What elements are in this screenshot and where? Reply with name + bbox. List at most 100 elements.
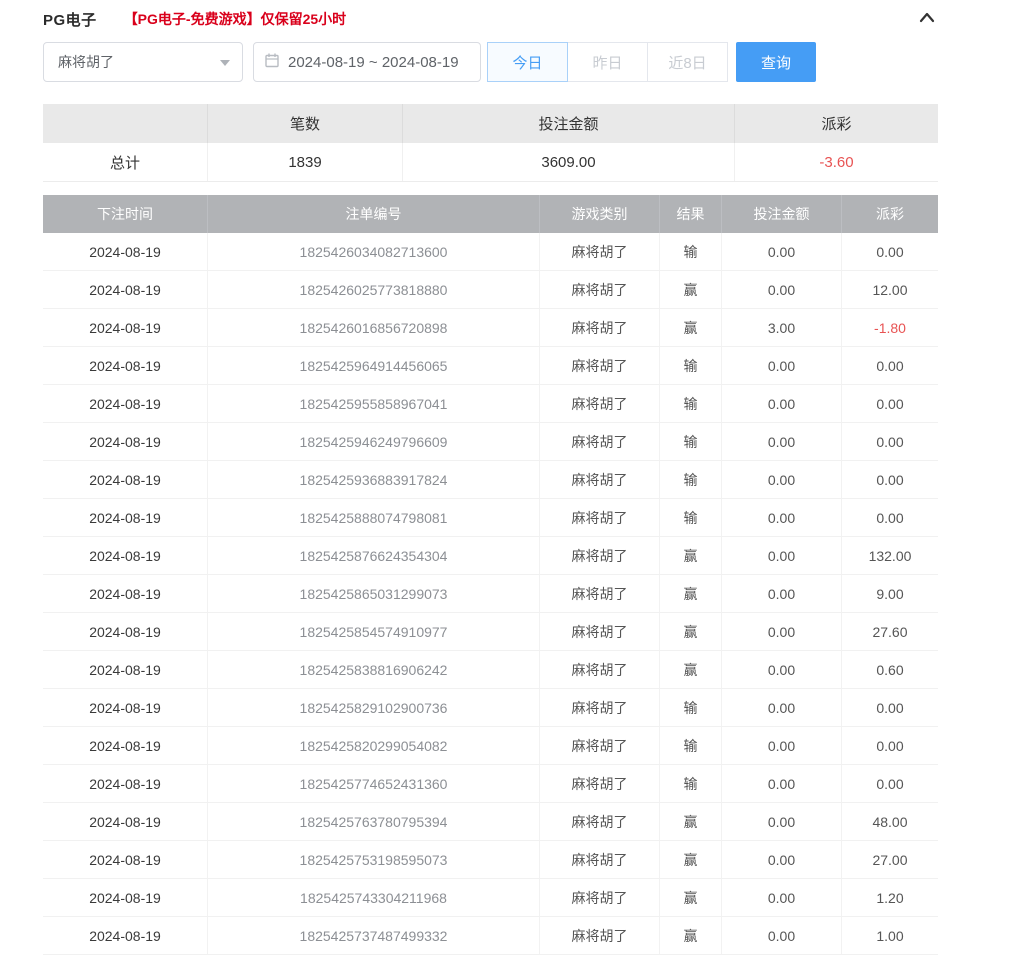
chevron-up-icon <box>916 8 938 31</box>
col-header-order-id: 注单编号 <box>208 195 540 233</box>
cell-order-id: 1825425876624354304 <box>208 537 540 574</box>
table-row: 2024-08-19 1825425888074798081 麻将胡了 输 0.… <box>43 499 938 537</box>
cell-order-id: 1825425955858967041 <box>208 385 540 422</box>
cell-payout: 0.00 <box>842 689 938 726</box>
table-row: 2024-08-19 1825426016856720898 麻将胡了 赢 3.… <box>43 309 938 347</box>
table-row: 2024-08-19 1825425964914456065 麻将胡了 输 0.… <box>43 347 938 385</box>
cell-order-id: 1825425964914456065 <box>208 347 540 384</box>
cell-result: 赢 <box>660 613 722 650</box>
filter-bar: 麻将胡了 2024-08-19 ~ 2024-08-19 今日 昨日 近8日 查… <box>43 42 938 82</box>
cell-order-id: 1825425753198595073 <box>208 841 540 878</box>
cell-order-id: 1825426034082713600 <box>208 233 540 270</box>
table-row: 2024-08-19 1825425763780795394 麻将胡了 赢 0.… <box>43 803 938 841</box>
page: PG电子 【PG电子-免费游戏】仅保留25小时 麻将胡了 2024-08-19 … <box>0 6 1019 955</box>
cell-game-type: 麻将胡了 <box>540 233 660 270</box>
cell-payout: 1.20 <box>842 879 938 916</box>
cell-game-type: 麻将胡了 <box>540 309 660 346</box>
quick-button-yesterday[interactable]: 昨日 <box>567 42 648 82</box>
cell-payout: 1.00 <box>842 917 938 954</box>
cell-bet-time: 2024-08-19 <box>43 309 208 346</box>
quick-button-last8days[interactable]: 近8日 <box>647 42 728 82</box>
cell-payout: 0.00 <box>842 233 938 270</box>
table-row: 2024-08-19 1825425876624354304 麻将胡了 赢 0.… <box>43 537 938 575</box>
table-row: 2024-08-19 1825425838816906242 麻将胡了 赢 0.… <box>43 651 938 689</box>
cell-result: 赢 <box>660 917 722 954</box>
quick-button-today[interactable]: 今日 <box>487 42 568 82</box>
summary-header-count: 笔数 <box>208 104 403 143</box>
cell-order-id: 1825425888074798081 <box>208 499 540 536</box>
cell-order-id: 1825425737487499332 <box>208 917 540 954</box>
cell-bet-time: 2024-08-19 <box>43 347 208 384</box>
cell-game-type: 麻将胡了 <box>540 385 660 422</box>
cell-order-id: 1825425763780795394 <box>208 803 540 840</box>
summary-payout-value: -3.60 <box>735 143 938 181</box>
table-row: 2024-08-19 1825425743304211968 麻将胡了 赢 0.… <box>43 879 938 917</box>
notice-text: 【PG电子-免费游戏】仅保留25小时 <box>124 9 346 29</box>
bet-table-header: 下注时间 注单编号 游戏类别 结果 投注金额 派彩 <box>43 195 938 233</box>
cell-result: 赢 <box>660 537 722 574</box>
table-row: 2024-08-19 1825425737487499332 麻将胡了 赢 0.… <box>43 917 938 955</box>
date-range-value: 2024-08-19 ~ 2024-08-19 <box>288 54 459 71</box>
col-header-bet-amount: 投注金额 <box>722 195 842 233</box>
cell-game-type: 麻将胡了 <box>540 499 660 536</box>
cell-payout: 9.00 <box>842 575 938 612</box>
cell-bet-amount: 0.00 <box>722 271 842 308</box>
cell-order-id: 1825426016856720898 <box>208 309 540 346</box>
cell-game-type: 麻将胡了 <box>540 461 660 498</box>
cell-result: 赢 <box>660 271 722 308</box>
search-button[interactable]: 查询 <box>736 42 816 82</box>
cell-order-id: 1825425854574910977 <box>208 613 540 650</box>
cell-payout: 0.60 <box>842 651 938 688</box>
cell-game-type: 麻将胡了 <box>540 347 660 384</box>
quick-date-buttons: 今日 昨日 近8日 <box>487 42 728 82</box>
cell-bet-amount: 0.00 <box>722 347 842 384</box>
cell-payout: 27.60 <box>842 613 938 650</box>
cell-order-id: 1825425743304211968 <box>208 879 540 916</box>
cell-game-type: 麻将胡了 <box>540 651 660 688</box>
cell-result: 输 <box>660 461 722 498</box>
cell-bet-time: 2024-08-19 <box>43 461 208 498</box>
cell-result: 赢 <box>660 879 722 916</box>
cell-payout: 0.00 <box>842 727 938 764</box>
cell-bet-time: 2024-08-19 <box>43 271 208 308</box>
cell-bet-time: 2024-08-19 <box>43 841 208 878</box>
collapse-button[interactable] <box>916 8 938 31</box>
cell-order-id: 1825425774652431360 <box>208 765 540 802</box>
table-row: 2024-08-19 1825426034082713600 麻将胡了 输 0.… <box>43 233 938 271</box>
cell-bet-time: 2024-08-19 <box>43 727 208 764</box>
cell-bet-amount: 0.00 <box>722 917 842 954</box>
game-select[interactable]: 麻将胡了 <box>43 42 243 82</box>
cell-order-id: 1825425936883917824 <box>208 461 540 498</box>
table-row: 2024-08-19 1825425829102900736 麻将胡了 输 0.… <box>43 689 938 727</box>
cell-bet-amount: 0.00 <box>722 385 842 422</box>
cell-bet-time: 2024-08-19 <box>43 499 208 536</box>
cell-result: 赢 <box>660 309 722 346</box>
cell-bet-amount: 3.00 <box>722 309 842 346</box>
cell-game-type: 麻将胡了 <box>540 689 660 726</box>
date-range-input[interactable]: 2024-08-19 ~ 2024-08-19 <box>253 42 481 82</box>
summary-header-payout: 派彩 <box>735 104 938 143</box>
cell-bet-time: 2024-08-19 <box>43 689 208 726</box>
cell-result: 输 <box>660 423 722 460</box>
cell-bet-amount: 0.00 <box>722 499 842 536</box>
cell-payout: 0.00 <box>842 765 938 802</box>
bet-table-body: 2024-08-19 1825426034082713600 麻将胡了 输 0.… <box>43 233 938 955</box>
cell-bet-time: 2024-08-19 <box>43 917 208 954</box>
cell-game-type: 麻将胡了 <box>540 803 660 840</box>
cell-order-id: 1825425865031299073 <box>208 575 540 612</box>
cell-payout: -1.80 <box>842 309 938 346</box>
cell-bet-amount: 0.00 <box>722 841 842 878</box>
cell-payout: 12.00 <box>842 271 938 308</box>
col-header-result: 结果 <box>660 195 722 233</box>
cell-order-id: 1825426025773818880 <box>208 271 540 308</box>
cell-bet-time: 2024-08-19 <box>43 575 208 612</box>
cell-order-id: 1825425946249796609 <box>208 423 540 460</box>
table-row: 2024-08-19 1825425946249796609 麻将胡了 输 0.… <box>43 423 938 461</box>
cell-game-type: 麻将胡了 <box>540 423 660 460</box>
cell-bet-amount: 0.00 <box>722 461 842 498</box>
table-row: 2024-08-19 1825426025773818880 麻将胡了 赢 0.… <box>43 271 938 309</box>
cell-bet-time: 2024-08-19 <box>43 233 208 270</box>
cell-payout: 0.00 <box>842 461 938 498</box>
cell-result: 输 <box>660 233 722 270</box>
cell-game-type: 麻将胡了 <box>540 575 660 612</box>
